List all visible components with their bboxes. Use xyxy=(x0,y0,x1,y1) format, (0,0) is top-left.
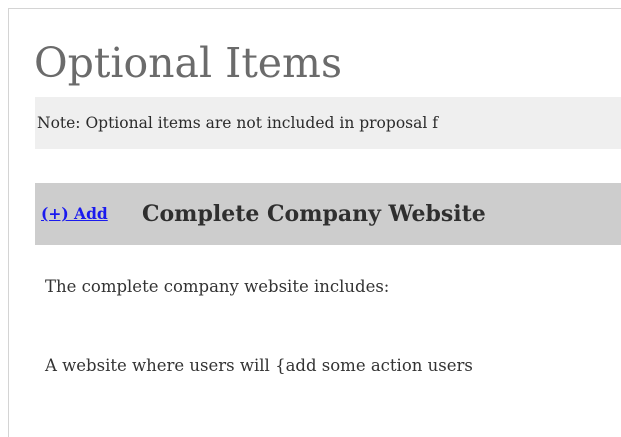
note-text: Note: Optional items are not included in… xyxy=(37,114,438,132)
item-description-line: A website where users will {add some act… xyxy=(45,356,473,375)
item-description-line: The complete company website includes: xyxy=(45,277,390,296)
add-item-link[interactable]: (+) Add xyxy=(41,203,108,225)
optional-item-title: Complete Company Website xyxy=(142,201,486,227)
optional-item-header: (+) Add Complete Company Website xyxy=(35,183,621,245)
document-page: Optional Items Note: Optional items are … xyxy=(8,8,621,437)
note-bar: Note: Optional items are not included in… xyxy=(35,97,621,149)
section-title: Optional Items xyxy=(34,39,342,87)
